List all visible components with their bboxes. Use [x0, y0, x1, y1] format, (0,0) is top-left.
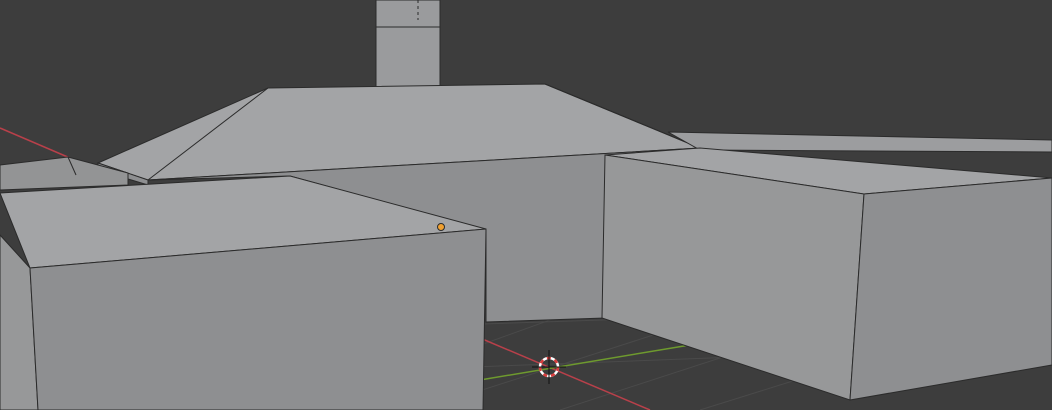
object-origin-icon[interactable] [437, 223, 445, 231]
viewport-canvas[interactable] [0, 0, 1052, 410]
left-block-object[interactable] [0, 175, 487, 410]
3d-viewport[interactable] [0, 0, 1052, 410]
chimney-object[interactable] [375, 0, 441, 89]
